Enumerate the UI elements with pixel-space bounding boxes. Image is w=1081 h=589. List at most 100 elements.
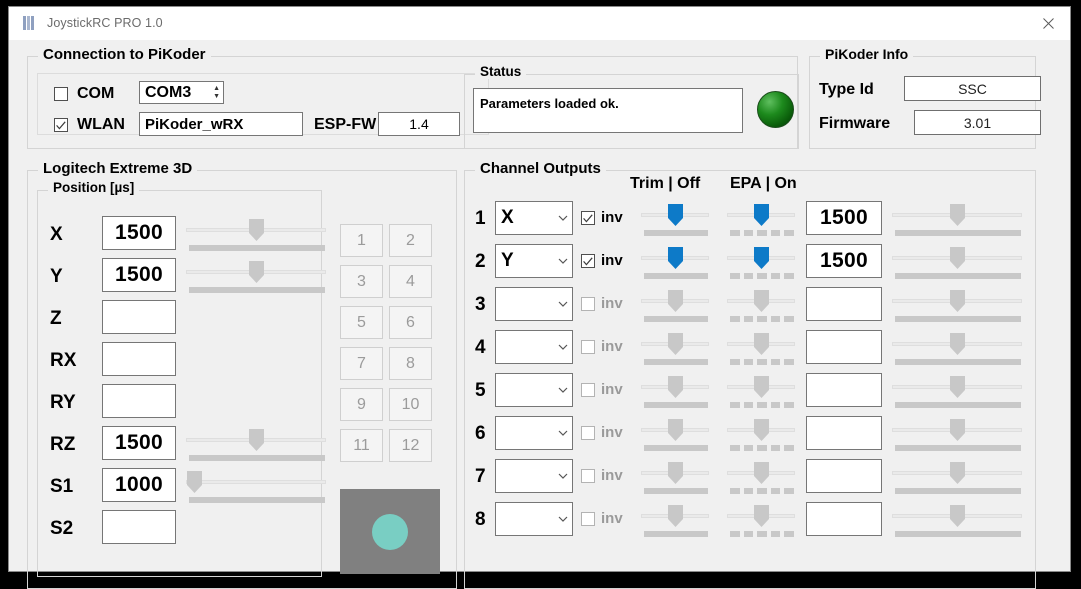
slider-thumb[interactable] [949, 419, 966, 442]
close-icon[interactable] [1026, 7, 1070, 39]
channel-epa-slider-6[interactable] [727, 417, 795, 453]
joystick-button-10[interactable]: 10 [389, 388, 432, 421]
chevron-down-icon[interactable] [554, 215, 572, 221]
channel-inv-checkbox-1[interactable] [581, 211, 595, 225]
joystick-button-12[interactable]: 12 [389, 429, 432, 462]
channel-source-select-1[interactable]: X [495, 201, 573, 235]
joystick-button-7[interactable]: 7 [340, 347, 383, 380]
slider-thumb[interactable] [667, 247, 684, 270]
slider-thumb[interactable] [753, 376, 770, 399]
channel-inv-checkbox-4[interactable] [581, 340, 595, 354]
joystick-button-8[interactable]: 8 [389, 347, 432, 380]
slider-thumb[interactable] [753, 333, 770, 356]
slider-thumb[interactable] [667, 505, 684, 528]
joystick-button-2[interactable]: 2 [389, 224, 432, 257]
axis-slider-y[interactable] [186, 259, 326, 295]
com-checkbox[interactable] [54, 87, 68, 101]
joystick-button-6[interactable]: 6 [389, 306, 432, 339]
channel-trim-slider-3[interactable] [641, 288, 709, 324]
channel-output-slider-8[interactable] [892, 503, 1022, 539]
channel-source-select-7[interactable] [495, 459, 573, 493]
chevron-down-icon[interactable] [554, 387, 572, 393]
slider-thumb[interactable] [753, 505, 770, 528]
slider-thumb[interactable] [667, 419, 684, 442]
channel-output-slider-4[interactable] [892, 331, 1022, 367]
slider-thumb[interactable] [248, 429, 265, 452]
com-port-select[interactable]: COM3 ▲ ▼ [139, 81, 224, 104]
slider-thumb[interactable] [248, 261, 265, 284]
slider-thumb[interactable] [949, 376, 966, 399]
joystick-button-5[interactable]: 5 [340, 306, 383, 339]
slider-thumb[interactable] [667, 333, 684, 356]
channel-epa-slider-2[interactable] [727, 245, 795, 281]
joystick-button-3[interactable]: 3 [340, 265, 383, 298]
wlan-checkbox[interactable] [54, 118, 68, 132]
slider-thumb[interactable] [667, 376, 684, 399]
channel-source-select-3[interactable] [495, 287, 573, 321]
slider-thumb[interactable] [949, 247, 966, 270]
slider-thumb[interactable] [667, 462, 684, 485]
channel-output-slider-2[interactable] [892, 245, 1022, 281]
channel-epa-slider-3[interactable] [727, 288, 795, 324]
slider-thumb[interactable] [753, 290, 770, 313]
chevron-down-icon[interactable] [554, 473, 572, 479]
slider-thumb[interactable] [186, 471, 203, 494]
joystick-button-9[interactable]: 9 [340, 388, 383, 421]
channel-output-slider-5[interactable] [892, 374, 1022, 410]
hat-switch[interactable] [340, 489, 440, 574]
channel-output-slider-6[interactable] [892, 417, 1022, 453]
channel-inv-checkbox-5[interactable] [581, 383, 595, 397]
channel-epa-slider-4[interactable] [727, 331, 795, 367]
channel-inv-checkbox-7[interactable] [581, 469, 595, 483]
chevron-down-icon[interactable] [554, 516, 572, 522]
slider-thumb[interactable] [753, 247, 770, 270]
joystick-button-1[interactable]: 1 [340, 224, 383, 257]
chevron-down-icon[interactable] [554, 258, 572, 264]
slider-thumb[interactable] [949, 290, 966, 313]
chevron-down-icon[interactable] [554, 430, 572, 436]
channel-trim-slider-4[interactable] [641, 331, 709, 367]
channel-source-select-6[interactable] [495, 416, 573, 450]
channel-inv-checkbox-2[interactable] [581, 254, 595, 268]
channel-trim-slider-2[interactable] [641, 245, 709, 281]
channel-epa-slider-8[interactable] [727, 503, 795, 539]
channel-source-select-8[interactable] [495, 502, 573, 536]
channel-epa-slider-5[interactable] [727, 374, 795, 410]
slider-thumb[interactable] [753, 204, 770, 227]
channel-trim-slider-1[interactable] [641, 202, 709, 238]
channel-output-slider-7[interactable] [892, 460, 1022, 496]
channel-inv-checkbox-8[interactable] [581, 512, 595, 526]
slider-thumb[interactable] [949, 462, 966, 485]
wlan-row: WLAN [54, 116, 125, 134]
axis-slider-s1[interactable] [186, 469, 326, 505]
chevron-down-icon[interactable] [554, 301, 572, 307]
channel-source-select-5[interactable] [495, 373, 573, 407]
channel-source-select-2[interactable]: Y [495, 244, 573, 278]
slider-thumb[interactable] [753, 462, 770, 485]
slider-thumb[interactable] [949, 333, 966, 356]
channel-output-slider-3[interactable] [892, 288, 1022, 324]
joystick-button-11[interactable]: 11 [340, 429, 383, 462]
slider-thumb[interactable] [949, 204, 966, 227]
channel-inv-checkbox-3[interactable] [581, 297, 595, 311]
channel-epa-slider-1[interactable] [727, 202, 795, 238]
channel-trim-slider-5[interactable] [641, 374, 709, 410]
slider-thumb[interactable] [667, 204, 684, 227]
slider-thumb[interactable] [949, 505, 966, 528]
slider-thumb[interactable] [753, 419, 770, 442]
spinner-updown-icon[interactable]: ▲ ▼ [213, 85, 220, 100]
channel-epa-slider-7[interactable] [727, 460, 795, 496]
axis-slider-rz[interactable] [186, 427, 326, 463]
channel-source-select-4[interactable] [495, 330, 573, 364]
slider-thumb[interactable] [667, 290, 684, 313]
channel-inv-checkbox-6[interactable] [581, 426, 595, 440]
channel-trim-slider-8[interactable] [641, 503, 709, 539]
axis-slider-x[interactable] [186, 217, 326, 253]
channel-output-slider-1[interactable] [892, 202, 1022, 238]
chevron-down-icon[interactable] [554, 344, 572, 350]
wlan-ssid-input[interactable]: PiKoder_wRX [139, 112, 303, 136]
joystick-button-4[interactable]: 4 [389, 265, 432, 298]
channel-trim-slider-7[interactable] [641, 460, 709, 496]
channel-trim-slider-6[interactable] [641, 417, 709, 453]
slider-thumb[interactable] [248, 219, 265, 242]
